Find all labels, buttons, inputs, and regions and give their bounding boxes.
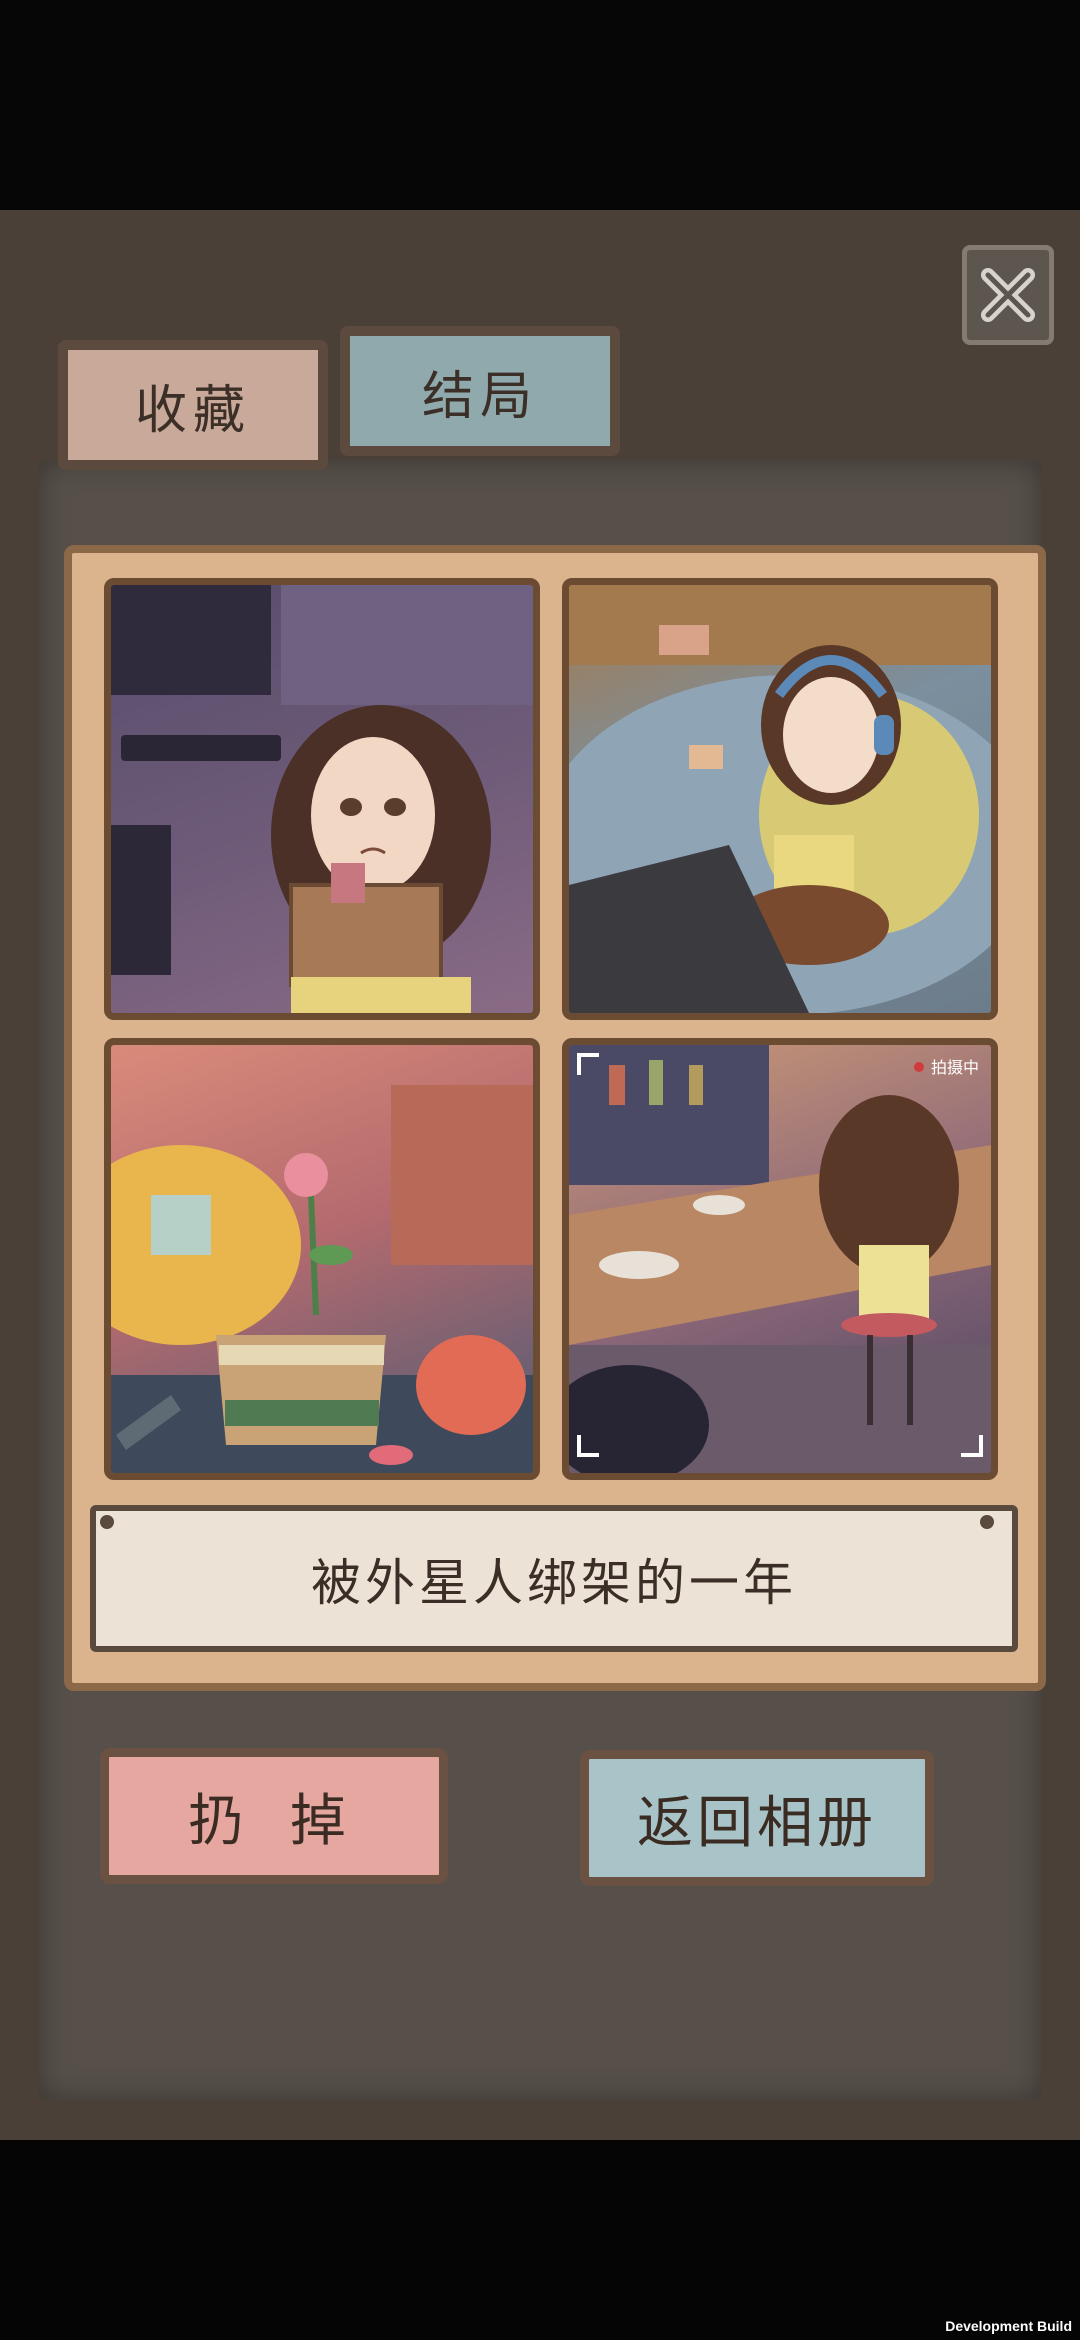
back-to-album-button[interactable]: 返回相册 (580, 1750, 934, 1886)
back-to-album-label: 返回相册 (637, 1790, 877, 1856)
tab-ending[interactable]: 结局 (340, 326, 620, 456)
ending-photo-3 (104, 1038, 540, 1480)
ending-photo-2 (562, 578, 998, 1020)
flower-pot-illustration (111, 1085, 533, 1473)
close-button[interactable] (962, 245, 1054, 345)
tab-collection[interactable]: 收藏 (58, 340, 328, 470)
recording-badge: 拍摄中 (931, 1058, 979, 1077)
bottom-bar (0, 2140, 1080, 2340)
tab-collection-label: 收藏 (134, 380, 251, 441)
caption-pin (100, 1515, 114, 1529)
close-x-icon (981, 268, 1035, 322)
ending-photo-1 (104, 578, 540, 1020)
discard-button[interactable]: 扔 掉 (100, 1748, 448, 1884)
ending-photo-4: 拍摄中 (562, 1038, 998, 1480)
ending-caption-text: 被外星人绑架的一年 (311, 1553, 797, 1612)
dev-build-label: Development Build (945, 2318, 1072, 2334)
bar-girl-illustration: 拍摄中 (569, 1045, 991, 1473)
tab-ending-label: 结局 (421, 366, 538, 427)
gaming-girl-illustration (569, 585, 991, 1013)
sad-girl-illustration (111, 585, 533, 1013)
ending-caption: 被外星人绑架的一年 (90, 1505, 1018, 1652)
caption-pin (980, 1515, 994, 1529)
discard-button-label: 扔 掉 (188, 1788, 360, 1854)
top-bar (0, 0, 1080, 210)
